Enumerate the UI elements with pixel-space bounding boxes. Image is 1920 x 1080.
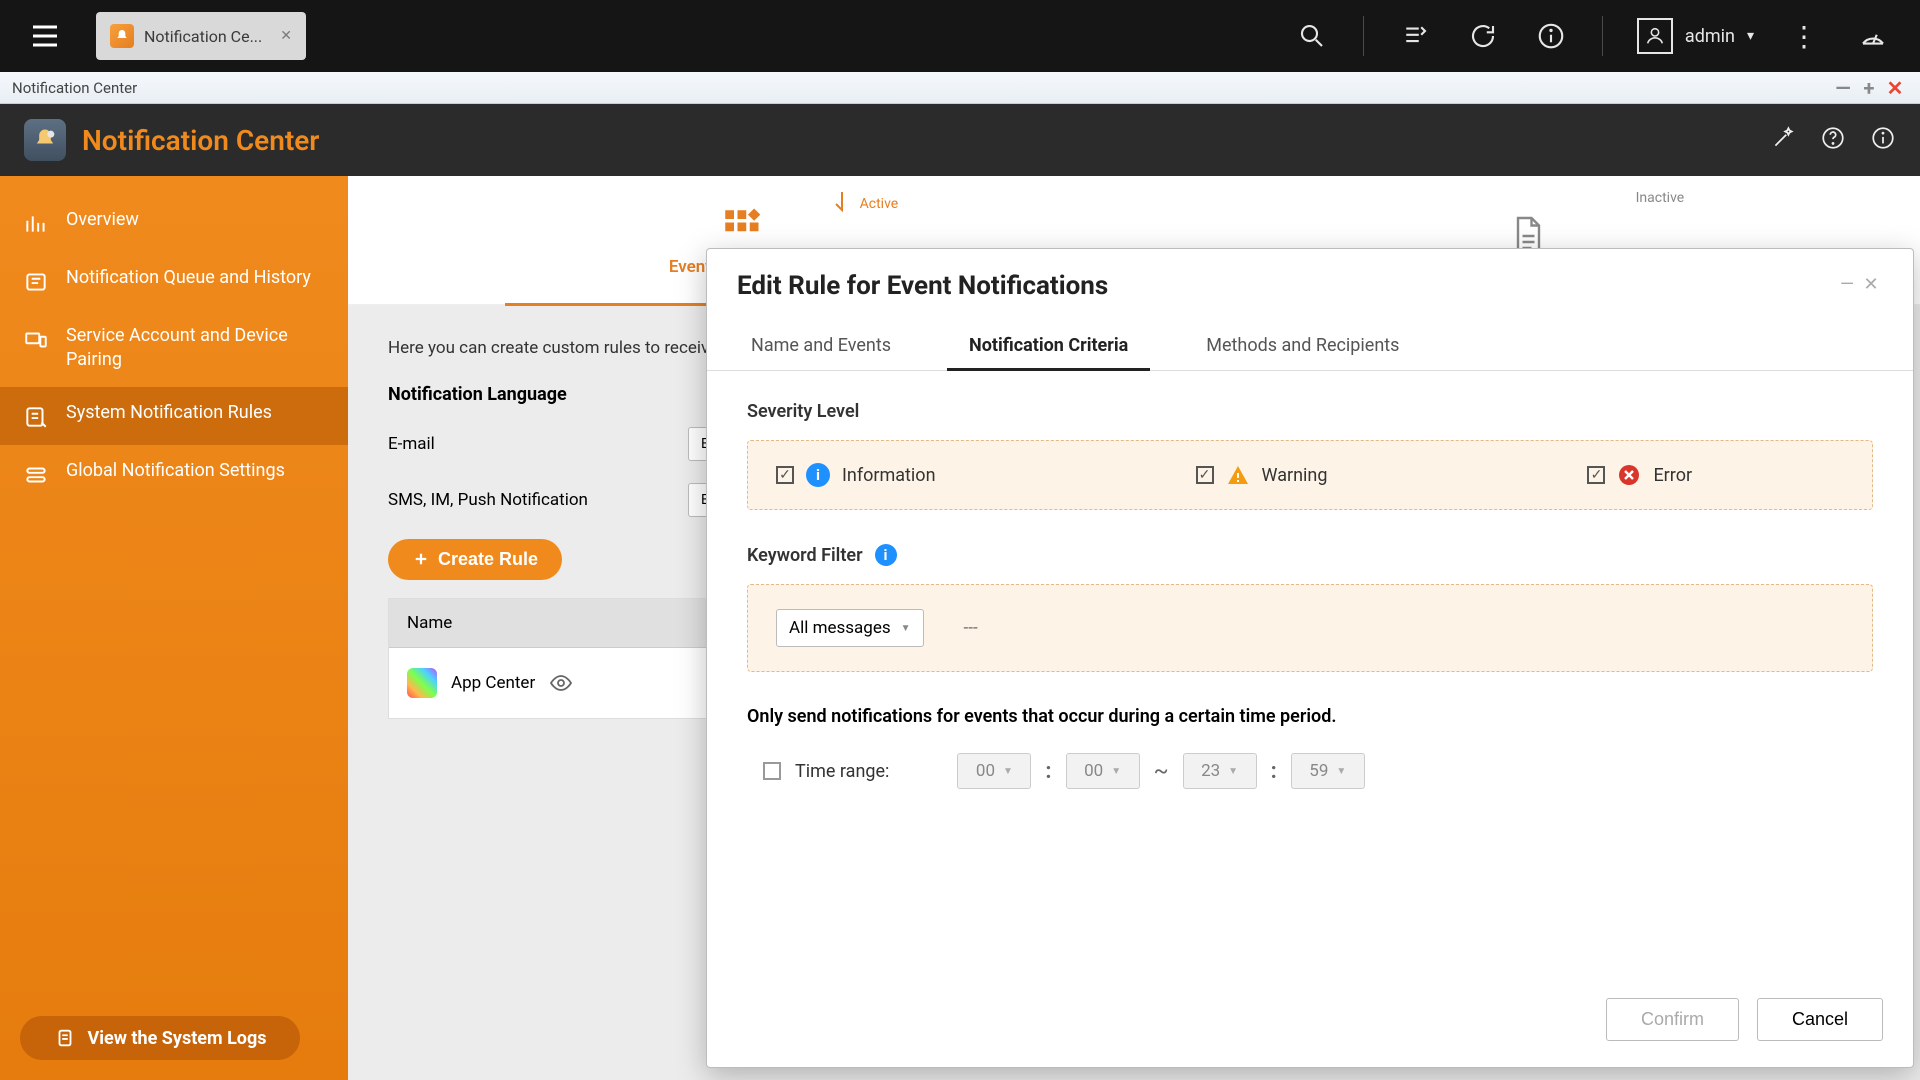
edit-rule-dialog: Edit Rule for Event Notifications — ✕ Na…	[706, 248, 1914, 1068]
apps-icon[interactable]	[1398, 19, 1432, 53]
app-center-icon	[407, 668, 437, 698]
button-label: Create Rule	[438, 549, 538, 570]
to-hour-select[interactable]: 23▼	[1183, 753, 1257, 789]
sidebar-item-rules[interactable]: System Notification Rules	[0, 387, 348, 445]
checkbox-error[interactable]	[1587, 466, 1605, 484]
status-active: Active	[832, 190, 899, 218]
to-minute-select[interactable]: 59▼	[1291, 753, 1365, 789]
warning-icon	[1226, 463, 1250, 487]
severity-heading: Severity Level	[747, 401, 1873, 422]
window-tab[interactable]: Notification Ce... ✕	[96, 12, 306, 60]
info-icon[interactable]	[1870, 125, 1896, 155]
app-title: Notification Center	[82, 124, 319, 157]
sidebar: Overview Notification Queue and History …	[0, 176, 348, 1080]
checkbox-time-range[interactable]	[763, 762, 781, 780]
keyword-filter-dropdown[interactable]: All messages ▼	[776, 609, 924, 647]
bell-gear-icon	[110, 24, 134, 48]
minimize-icon[interactable]: —	[1835, 274, 1859, 298]
user-icon	[1637, 18, 1673, 54]
tilde: ~	[1154, 759, 1169, 784]
severity-label: Warning	[1262, 465, 1328, 486]
keyword-box: All messages ▼ ---	[747, 584, 1873, 672]
kebab-icon[interactable]: ⋮	[1788, 19, 1822, 53]
overview-icon	[22, 210, 50, 238]
keyword-value: ---	[964, 618, 978, 638]
sidebar-item-queue[interactable]: Notification Queue and History	[0, 252, 348, 310]
email-label: E-mail	[388, 434, 588, 454]
tab-title: Notification Ce...	[144, 27, 262, 46]
settings-icon	[22, 461, 50, 489]
info-icon	[806, 463, 830, 487]
confirm-button[interactable]: Confirm	[1606, 998, 1739, 1041]
wand-icon[interactable]	[1770, 125, 1796, 155]
sidebar-item-pairing[interactable]: Service Account and Device Pairing	[0, 310, 348, 387]
history-icon	[22, 268, 50, 296]
colon: :	[1271, 759, 1277, 784]
sidebar-item-label: Service Account and Device Pairing	[66, 324, 326, 373]
close-icon[interactable]: ✕	[1859, 274, 1883, 298]
button-label: View the System Logs	[88, 1028, 267, 1049]
keyword-heading: Keyword Filter	[747, 545, 863, 566]
divider	[1602, 16, 1603, 56]
nas-top-bar: Notification Ce... ✕ admin ▾ ⋮	[0, 0, 1920, 72]
checkbox-warning[interactable]	[1196, 466, 1214, 484]
grid-icon	[718, 203, 764, 249]
view-system-logs-button[interactable]: View the System Logs	[20, 1016, 300, 1060]
app-header: Notification Center	[0, 104, 1920, 176]
user-menu[interactable]: admin ▾	[1637, 18, 1754, 54]
error-icon	[1617, 463, 1641, 487]
sidebar-item-label: Global Notification Settings	[66, 459, 285, 483]
info-icon[interactable]	[1534, 19, 1568, 53]
user-name: admin	[1685, 26, 1735, 47]
time-range-label: Time range:	[795, 761, 889, 782]
colon: :	[1045, 759, 1051, 784]
sidebar-item-overview[interactable]: Overview	[0, 194, 348, 252]
divider	[1363, 16, 1364, 56]
checkbox-information[interactable]	[776, 466, 794, 484]
dropdown-label: All messages	[789, 618, 891, 638]
create-rule-button[interactable]: Create Rule	[388, 539, 562, 580]
tab-name-events[interactable]: Name and Events	[747, 325, 895, 370]
cancel-button[interactable]: Cancel	[1757, 998, 1883, 1041]
status-inactive: Inactive	[1636, 190, 1685, 206]
close-icon[interactable]: ✕	[280, 28, 292, 44]
help-icon[interactable]	[1820, 125, 1846, 155]
rules-icon	[22, 403, 50, 431]
severity-label: Error	[1653, 465, 1692, 486]
devices-icon	[22, 326, 50, 354]
sidebar-item-label: Notification Queue and History	[66, 266, 311, 290]
dialog-title: Edit Rule for Event Notifications	[737, 271, 1108, 301]
time-heading: Only send notifications for events that …	[747, 706, 1873, 727]
from-hour-select[interactable]: 00▼	[957, 753, 1031, 789]
window-titlebar: Notification Center — + ✕	[0, 72, 1920, 104]
severity-label: Information	[842, 465, 936, 486]
dashboard-icon[interactable]	[1856, 19, 1890, 53]
rule-name: App Center	[451, 673, 535, 693]
tab-notification-criteria[interactable]: Notification Criteria	[965, 325, 1132, 370]
hamburger-icon[interactable]	[0, 0, 90, 72]
nas-right-controls: admin ▾ ⋮	[1295, 16, 1920, 56]
tab-methods-recipients[interactable]: Methods and Recipients	[1202, 325, 1403, 370]
from-minute-select[interactable]: 00▼	[1066, 753, 1140, 789]
info-icon[interactable]	[875, 544, 897, 566]
sidebar-item-label: Overview	[66, 208, 139, 232]
maximize-icon[interactable]: +	[1856, 76, 1882, 100]
close-icon[interactable]: ✕	[1882, 76, 1908, 100]
eye-icon[interactable]	[549, 671, 573, 695]
sidebar-item-label: System Notification Rules	[66, 401, 272, 425]
caret-down-icon: ▼	[901, 623, 911, 634]
caret-down-icon: ▾	[1747, 28, 1754, 44]
sms-label: SMS, IM, Push Notification	[388, 490, 588, 510]
minimize-icon[interactable]: —	[1830, 76, 1856, 100]
refresh-icon[interactable]	[1466, 19, 1500, 53]
window-title: Notification Center	[12, 79, 137, 97]
search-icon[interactable]	[1295, 19, 1329, 53]
app-icon	[24, 119, 66, 161]
sidebar-item-global[interactable]: Global Notification Settings	[0, 445, 348, 503]
severity-box: Information Warning Error	[747, 440, 1873, 510]
